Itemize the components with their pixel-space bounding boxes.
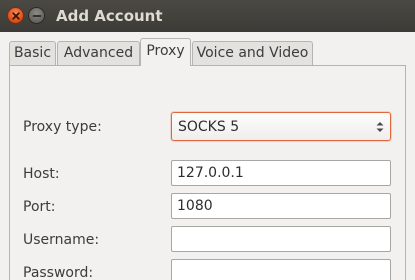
proxy-type-combo[interactable]: SOCKS 5 (171, 112, 391, 141)
window-title: Add Account (56, 7, 163, 25)
password-label: Password: (23, 265, 94, 280)
proxy-panel: Proxy type: SOCKS 5 Host: Port: Username… (9, 65, 406, 280)
account-dialog: Basic Advanced Proxy Voice and Video Pro… (0, 32, 415, 280)
tab-proxy[interactable]: Proxy (140, 38, 191, 66)
tab-voice-and-video[interactable]: Voice and Video (192, 41, 313, 65)
tab-advanced[interactable]: Advanced (57, 41, 140, 65)
proxy-type-label: Proxy type: (23, 119, 102, 135)
minimize-icon (32, 15, 42, 17)
username-input[interactable] (171, 226, 391, 252)
host-label: Host: (23, 166, 60, 182)
port-input[interactable] (171, 193, 391, 219)
username-label: Username: (23, 232, 100, 248)
port-label: Port: (23, 199, 56, 215)
updown-arrows-icon (376, 122, 384, 132)
close-icon (12, 12, 20, 20)
tab-basic[interactable]: Basic (9, 41, 56, 65)
password-input[interactable] (171, 259, 391, 280)
host-input[interactable] (171, 160, 391, 186)
minimize-button[interactable] (28, 7, 45, 24)
proxy-type-value: SOCKS 5 (178, 119, 240, 135)
title-bar: Add Account (0, 0, 415, 32)
close-button[interactable] (7, 7, 24, 24)
